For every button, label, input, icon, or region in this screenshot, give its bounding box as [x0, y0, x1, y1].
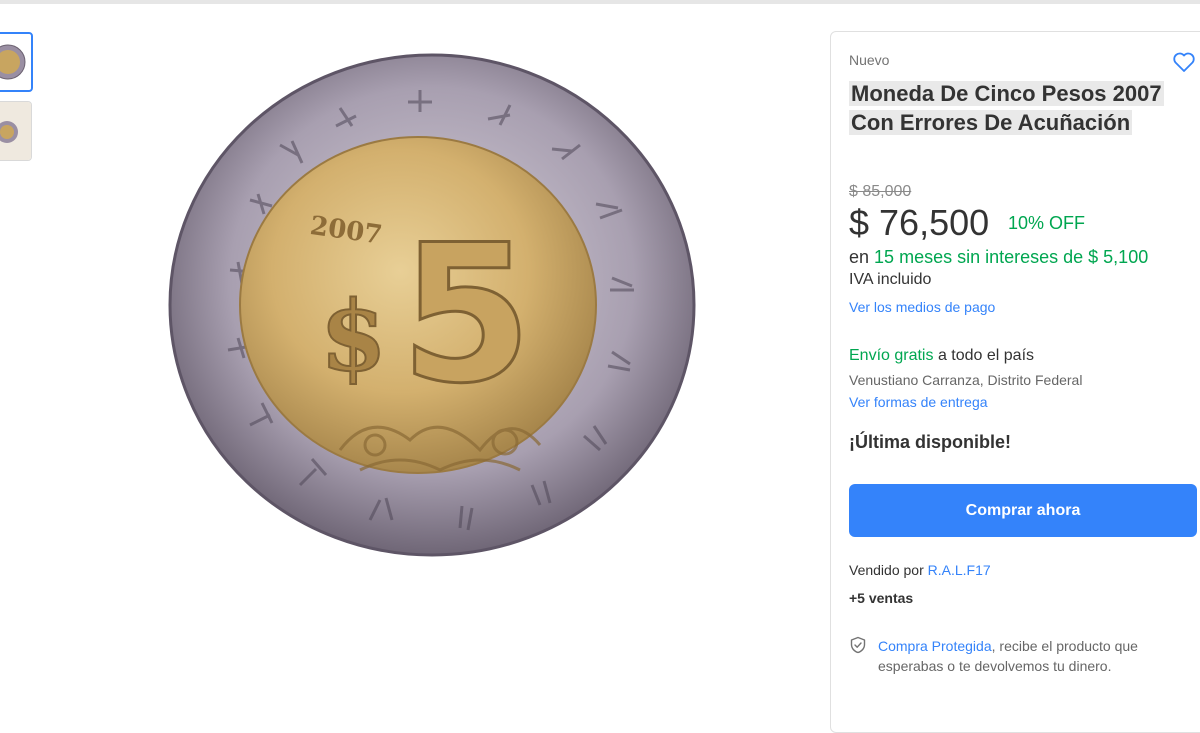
- seller-info: Vendido por R.A.L.F17: [849, 562, 991, 578]
- shield-check-icon: [850, 636, 866, 654]
- seller-label: Vendido por: [849, 562, 924, 578]
- free-shipping-label: Envío gratis: [849, 347, 934, 364]
- thumbnail-2[interactable]: [0, 101, 32, 161]
- purchase-protection: Compra Protegida, recibe el producto que…: [878, 636, 1178, 676]
- tax-note: IVA incluido: [849, 271, 932, 288]
- installments: en 15 meses sin intereses de $ 5,100: [849, 247, 1148, 268]
- seller-location: Venustiano Carranza, Distrito Federal: [849, 372, 1083, 388]
- shipping-scope: a todo el país: [937, 347, 1035, 364]
- current-price: $ 76,500: [849, 202, 990, 243]
- sales-count: +5 ventas: [849, 590, 914, 606]
- seller-name-link[interactable]: R.A.L.F17: [928, 562, 991, 578]
- thumbnail-1[interactable]: [0, 32, 33, 92]
- buy-now-button[interactable]: Comprar ahora: [849, 484, 1197, 537]
- product-title-text: Moneda De Cinco Pesos 2007 Con Errores D…: [849, 81, 1164, 135]
- shipping-info: Envío gratis a todo el país: [849, 347, 1034, 365]
- buy-box: Nuevo Moneda De Cinco Pesos 2007 Con Err…: [830, 31, 1200, 733]
- stock-status: ¡Última disponible!: [849, 432, 1011, 452]
- top-bar: [0, 0, 1200, 4]
- installments-prefix: en: [849, 247, 870, 267]
- protected-purchase-link[interactable]: Compra Protegida: [878, 638, 992, 654]
- condition-label: Nuevo: [849, 52, 890, 68]
- coin-dollar-sign: $: [320, 280, 387, 393]
- delivery-options-link[interactable]: Ver formas de entrega: [849, 394, 988, 410]
- original-price: $ 85,000: [849, 183, 912, 200]
- product-title: Moneda De Cinco Pesos 2007 Con Errores D…: [849, 79, 1169, 137]
- installments-text: 15 meses sin intereses de $ 5,100: [874, 247, 1149, 267]
- payment-methods-link[interactable]: Ver los medios de pago: [849, 299, 995, 315]
- coin-denomination: 5: [400, 204, 532, 425]
- heart-icon[interactable]: [1171, 49, 1197, 75]
- product-image[interactable]: 2007 $ 5: [160, 50, 700, 560]
- discount-badge: 10% OFF: [1008, 213, 1086, 233]
